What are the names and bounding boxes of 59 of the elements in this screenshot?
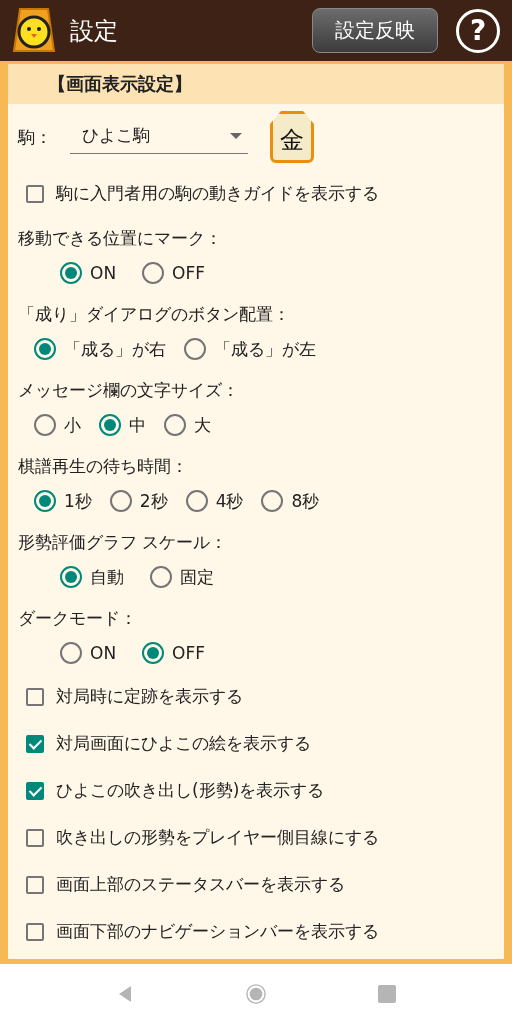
apply-button[interactable]: 設定反映: [312, 8, 438, 53]
radio-option[interactable]: 小: [34, 413, 81, 437]
radio-button[interactable]: [261, 490, 284, 512]
checkbox[interactable]: [26, 184, 44, 203]
field-label: 駒：: [18, 125, 52, 149]
radio-option[interactable]: 自動: [60, 565, 124, 589]
radio-option[interactable]: 固定: [150, 565, 214, 589]
radio-button[interactable]: [60, 566, 82, 588]
checkbox-option[interactable]: ひよこの吹き出し(形勢)を表示する: [18, 767, 494, 814]
chick-icon: [12, 6, 56, 55]
checkbox[interactable]: [26, 781, 44, 800]
radio-option[interactable]: ON: [60, 262, 117, 284]
checkbox-option[interactable]: 対局画面にひよこの絵を表示する: [18, 720, 494, 767]
radio-option[interactable]: ON: [60, 642, 117, 664]
checkbox-option[interactable]: 対局時に定跡を表示する: [18, 673, 494, 720]
setting-label: 棋譜再生の待ち時間：: [18, 455, 189, 478]
checkbox-option[interactable]: 画面下部のナビゲーションバーを表示する: [18, 908, 494, 955]
setting-label: 形勢評価グラフ スケール：: [18, 531, 229, 554]
radio-option[interactable]: 8秒: [261, 489, 320, 513]
radio-button[interactable]: [142, 642, 165, 664]
radio-option[interactable]: 中: [99, 413, 146, 437]
checkbox[interactable]: [26, 828, 44, 847]
section-header: 【画面表示設定】: [8, 64, 504, 104]
radio-button[interactable]: [150, 566, 172, 588]
radio-button[interactable]: [34, 414, 56, 436]
radio-option[interactable]: 1秒: [34, 489, 92, 513]
radio-option[interactable]: 大: [164, 413, 211, 437]
checkbox-option[interactable]: 吹き出しの形勢をプレイヤー側目線にする: [18, 814, 494, 861]
setting-label: メッセージ欄の文字サイズ：: [18, 379, 240, 402]
checkbox[interactable]: [26, 687, 44, 706]
radio-option[interactable]: 「成る」が右: [34, 337, 166, 361]
help-button[interactable]: ?: [456, 8, 500, 53]
radio-button[interactable]: [185, 490, 208, 512]
checkbox[interactable]: [26, 875, 44, 894]
radio-option[interactable]: 4秒: [185, 489, 244, 513]
setting-label: 移動できる位置にマーク：: [18, 227, 223, 250]
radio-button[interactable]: [60, 642, 82, 664]
app-title: 設定: [70, 15, 119, 47]
radio-button[interactable]: [60, 262, 82, 284]
radio-option[interactable]: OFF: [142, 262, 206, 284]
caret-icon: [230, 132, 242, 139]
setting-label: 「成り」ダイアログのボタン配置：: [18, 303, 291, 326]
checkbox-option[interactable]: 画面上部のステータスバーを表示する: [18, 861, 494, 908]
radio-option[interactable]: 2秒: [109, 489, 168, 513]
radio-button[interactable]: [142, 262, 165, 284]
shogi-piece-icon: 金: [270, 111, 314, 163]
piece-dropdown[interactable]: ひよこ駒: [70, 120, 248, 154]
radio-button[interactable]: [184, 338, 206, 360]
checkbox-option[interactable]: 駒に入門者用の駒の動きガイドを表示する: [18, 170, 494, 217]
radio-button[interactable]: [34, 490, 56, 512]
radio-option[interactable]: 「成る」が左: [184, 337, 316, 361]
radio-button[interactable]: [99, 414, 121, 436]
radio-button[interactable]: [34, 338, 56, 360]
checkbox[interactable]: [26, 922, 44, 941]
checkbox[interactable]: [26, 734, 44, 753]
radio-button[interactable]: [164, 414, 186, 436]
radio-option[interactable]: OFF: [142, 642, 206, 664]
setting-label: ダークモード：: [18, 607, 138, 630]
radio-button[interactable]: [109, 490, 132, 512]
